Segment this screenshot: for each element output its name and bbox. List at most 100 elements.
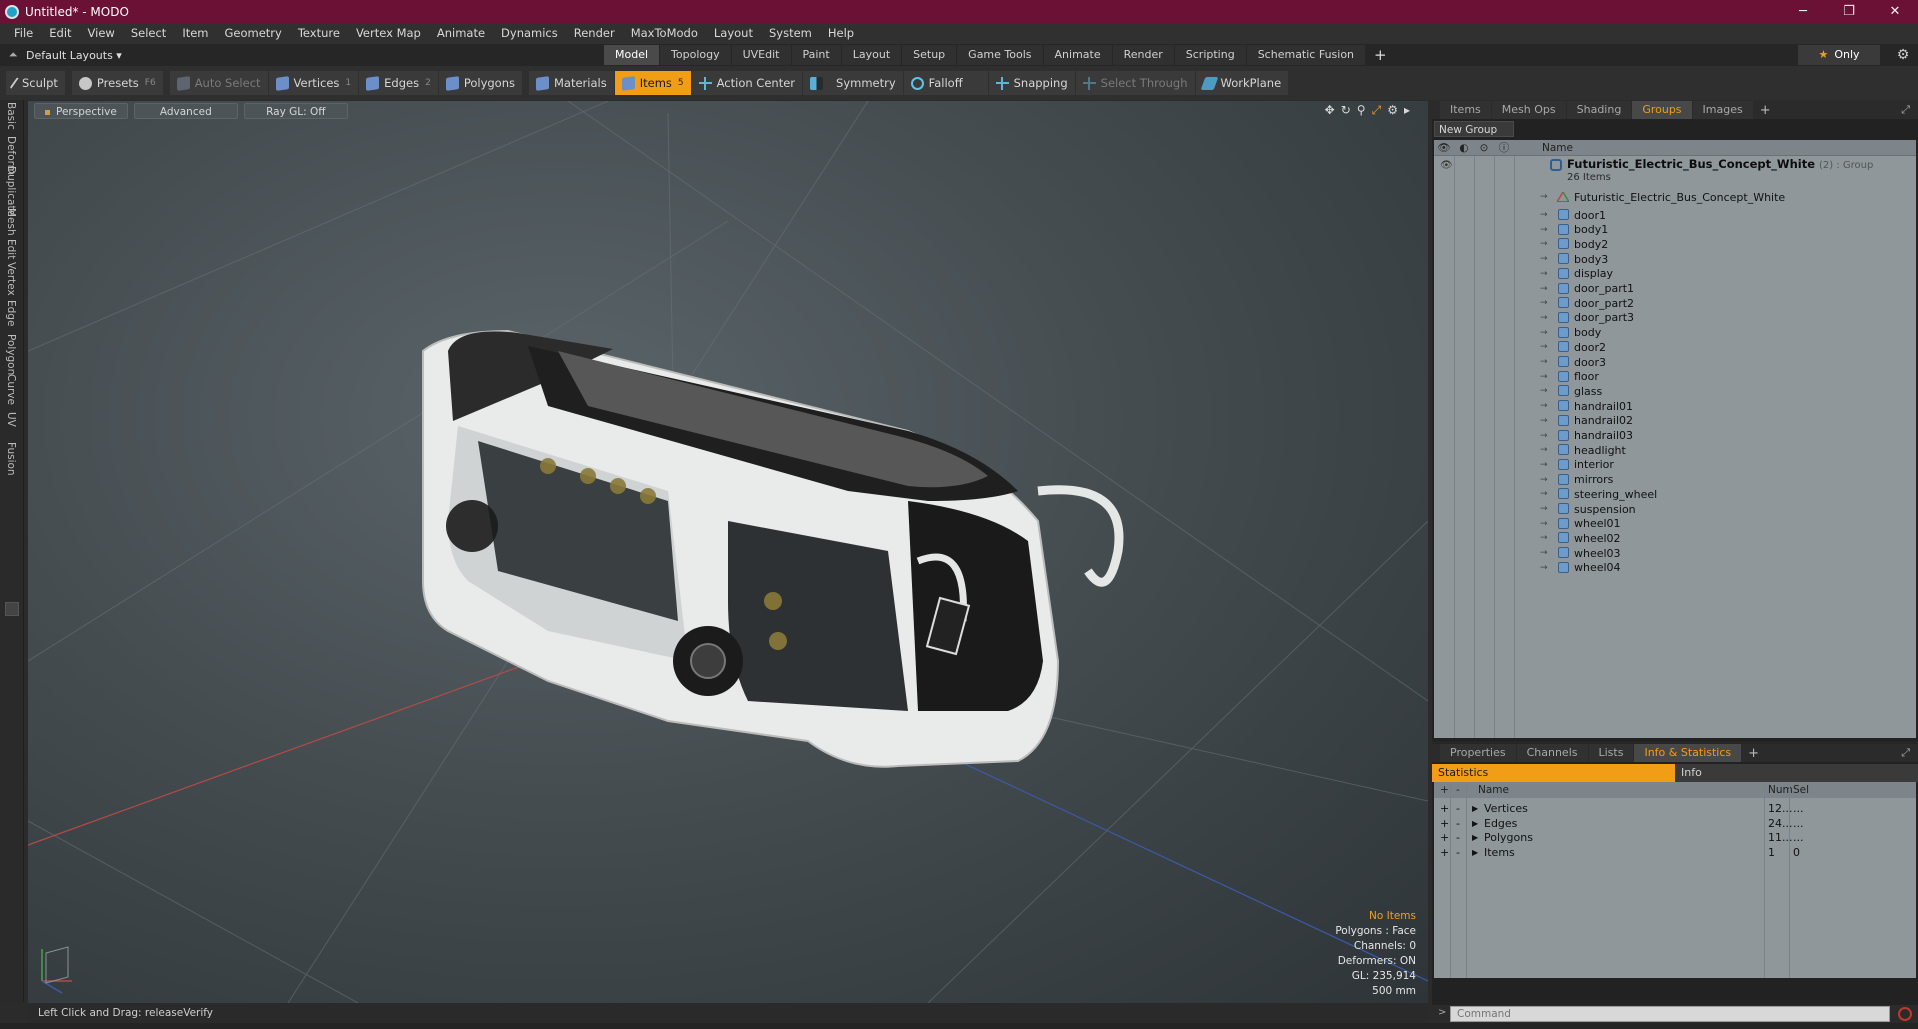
viewport-settings-icon[interactable]: ⚙ xyxy=(1387,103,1398,118)
tab-render[interactable]: Render xyxy=(1112,45,1174,65)
lock-column-icon[interactable]: ⊙ xyxy=(1474,142,1494,154)
groups-tab-expand-icon[interactable]: ⤢ xyxy=(1901,103,1910,117)
tab-scripting[interactable]: Scripting xyxy=(1174,45,1246,65)
groups-tab-items[interactable]: Items xyxy=(1440,101,1491,119)
stats-row[interactable]: + - ▶ Items 1 0 xyxy=(1434,844,1916,862)
zoom-icon[interactable]: ⚲ xyxy=(1357,103,1366,118)
menu-texture[interactable]: Texture xyxy=(290,23,348,44)
tab-layout[interactable]: Layout xyxy=(841,45,902,65)
snapping-button[interactable]: Snapping xyxy=(988,71,1075,95)
symmetry-button[interactable]: Symmetry xyxy=(803,71,903,95)
tab-topology[interactable]: Topology xyxy=(660,45,731,65)
tab-uvedit[interactable]: UVEdit xyxy=(731,45,791,65)
tab-setup[interactable]: Setup xyxy=(902,45,957,65)
groups-tree[interactable]: 👁 ◐ ⊙ ⓘ Name 👁 Futuristic_Electric_Bus_C… xyxy=(1434,140,1916,738)
select-column-icon[interactable]: ⓘ xyxy=(1494,140,1514,155)
menu-item[interactable]: Item xyxy=(174,23,216,44)
disclosure-triangle-icon[interactable]: ▶ xyxy=(1472,833,1478,842)
sculpt-button[interactable]: Sculpt xyxy=(6,71,65,95)
collapse-minus-icon[interactable]: - xyxy=(1456,846,1460,859)
collapse-minus-icon[interactable]: - xyxy=(1456,817,1460,830)
pan-icon[interactable]: ✥ xyxy=(1325,103,1335,118)
groups-tab-groups[interactable]: Groups xyxy=(1632,101,1692,119)
statistics-subtab[interactable]: Statistics xyxy=(1432,764,1675,782)
only-toggle[interactable]: ★ Only xyxy=(1798,45,1880,65)
menu-dynamics[interactable]: Dynamics xyxy=(493,23,566,44)
command-input[interactable] xyxy=(1450,1006,1890,1022)
record-icon[interactable] xyxy=(1898,1007,1912,1021)
maximize-button[interactable]: ❐ xyxy=(1826,4,1872,19)
collapse-minus-icon[interactable]: - xyxy=(1456,831,1460,844)
menu-help[interactable]: Help xyxy=(820,23,862,44)
layout-selector[interactable]: ⏶ Default Layouts ▾ xyxy=(0,48,600,62)
groups-tab-images[interactable]: Images xyxy=(1692,101,1753,119)
tab-animate[interactable]: Animate xyxy=(1043,45,1112,65)
raygl-toggle[interactable]: Ray GL: Off xyxy=(243,103,348,119)
menu-view[interactable]: View xyxy=(80,23,123,44)
action-center-button[interactable]: Action Center xyxy=(691,71,803,95)
materials-button[interactable]: Materials xyxy=(529,71,614,95)
presets-button[interactable]: Presets F6 xyxy=(71,71,163,95)
disclosure-triangle-icon[interactable]: ▶ xyxy=(1472,804,1478,813)
group-row[interactable]: 👁 Futuristic_Electric_Bus_Concept_White … xyxy=(1434,156,1916,186)
expand-plus-icon[interactable]: + xyxy=(1440,802,1449,815)
auto-select-button[interactable]: Auto Select xyxy=(169,71,268,95)
stats-tab-expand-icon[interactable]: ⤢ xyxy=(1901,746,1910,760)
menu-select[interactable]: Select xyxy=(123,23,174,44)
locator-row[interactable]: → Futuristic_Electric_Bus_Concept_White xyxy=(1434,188,1916,206)
tab-schematic-fusion[interactable]: Schematic Fusion xyxy=(1246,45,1366,65)
name-column-header[interactable]: Name xyxy=(1542,142,1573,154)
stats-tab-add-icon[interactable]: + xyxy=(1742,746,1765,761)
workplane-button[interactable]: WorkPlane xyxy=(1195,71,1289,95)
view-mode-dropdown[interactable]: Perspective xyxy=(34,103,128,119)
stats-tab-lists[interactable]: Lists xyxy=(1588,744,1634,762)
menu-layout[interactable]: Layout xyxy=(706,23,761,44)
groups-tab-mesh-ops[interactable]: Mesh Ops xyxy=(1491,101,1566,119)
add-tab-icon[interactable]: + xyxy=(1374,45,1387,65)
gear-icon[interactable]: ⚙ xyxy=(1894,46,1912,64)
rotate-icon[interactable]: ↻ xyxy=(1341,103,1351,118)
palette-toggle-button[interactable] xyxy=(5,602,19,616)
polygons-button[interactable]: Polygons xyxy=(438,71,522,95)
collapse-minus-icon[interactable]: - xyxy=(1456,802,1460,815)
collapse-up-icon[interactable]: ⏶ xyxy=(0,48,26,62)
expand-plus-icon[interactable]: + xyxy=(1440,817,1449,830)
visibility-column-icon[interactable]: 👁 xyxy=(1434,141,1454,154)
shading-dropdown[interactable]: Advanced xyxy=(133,103,238,119)
stats-tab-info-statistics[interactable]: Info & Statistics xyxy=(1634,744,1742,762)
render-column-icon[interactable]: ◐ xyxy=(1454,142,1474,154)
tab-game-tools[interactable]: Game Tools xyxy=(957,45,1043,65)
fit-icon[interactable]: ⤢ xyxy=(1372,103,1382,118)
menu-vertex-map[interactable]: Vertex Map xyxy=(348,23,429,44)
tab-paint[interactable]: Paint xyxy=(791,45,841,65)
falloff-button[interactable]: Falloff xyxy=(903,71,988,95)
vertices-button[interactable]: Vertices 1 xyxy=(268,71,359,95)
stats-tab-channels[interactable]: Channels xyxy=(1516,744,1588,762)
info-subtab[interactable]: Info xyxy=(1675,764,1918,782)
menu-edit[interactable]: Edit xyxy=(41,23,79,44)
edges-button[interactable]: Edges 2 xyxy=(359,71,438,95)
expand-plus-icon[interactable]: + xyxy=(1440,831,1449,844)
menu-geometry[interactable]: Geometry xyxy=(217,23,290,44)
minimize-button[interactable]: ─ xyxy=(1780,4,1826,19)
tree-item-row[interactable]: → wheel04 xyxy=(1434,559,1916,577)
disclosure-triangle-icon[interactable]: ▶ xyxy=(1472,848,1478,857)
disclosure-triangle-icon[interactable]: ▶ xyxy=(1472,819,1478,828)
groups-tab-add-icon[interactable]: + xyxy=(1754,103,1777,118)
close-button[interactable]: ✕ xyxy=(1872,4,1918,19)
menu-file[interactable]: File xyxy=(6,23,41,44)
eye-icon[interactable]: 👁 xyxy=(1440,160,1453,171)
items-button[interactable]: Items 5 xyxy=(614,71,691,95)
menu-system[interactable]: System xyxy=(761,23,820,44)
select-through-button[interactable]: Select Through xyxy=(1075,71,1195,95)
bus-model[interactable] xyxy=(422,329,1124,768)
menu-render[interactable]: Render xyxy=(566,23,623,44)
tab-model[interactable]: Model xyxy=(604,45,660,65)
menu-maxtomodo[interactable]: MaxToModo xyxy=(623,23,706,44)
stats-tab-properties[interactable]: Properties xyxy=(1440,744,1516,762)
menu-animate[interactable]: Animate xyxy=(429,23,493,44)
3d-viewport[interactable]: Perspective Advanced Ray GL: Off ✥ ↻ ⚲ ⤢… xyxy=(28,101,1428,1003)
new-group-button[interactable]: New Group xyxy=(1434,121,1514,137)
groups-tab-shading[interactable]: Shading xyxy=(1566,101,1632,119)
viewport-expand-icon[interactable]: ▸ xyxy=(1404,103,1410,118)
